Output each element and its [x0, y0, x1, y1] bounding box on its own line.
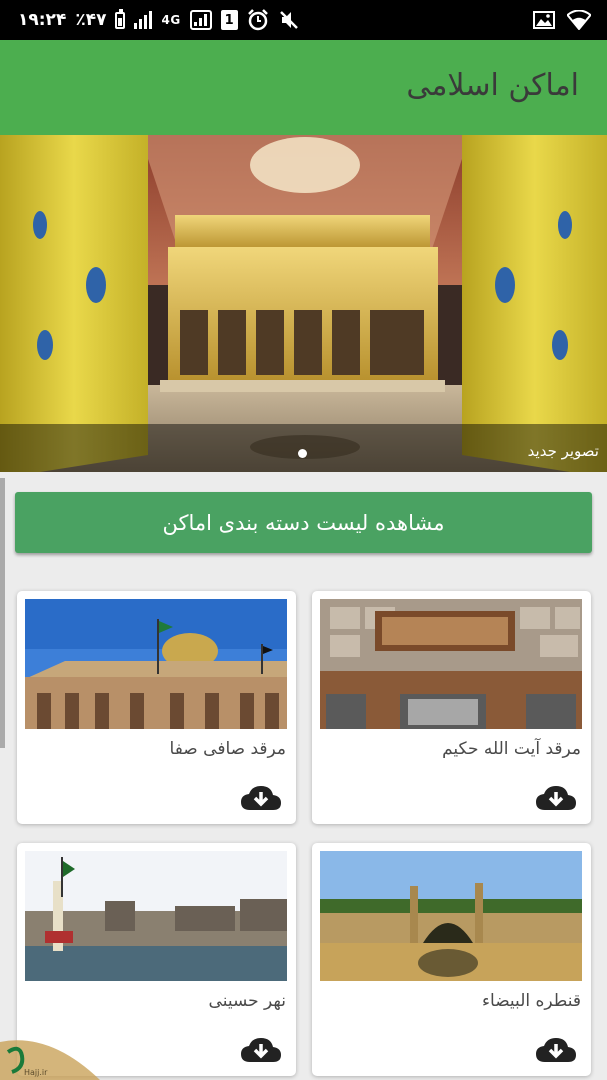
place-card[interactable]: مرقد صافی صفا	[17, 591, 296, 824]
place-image	[25, 599, 287, 729]
status-right	[533, 0, 591, 40]
alarm-icon	[247, 9, 268, 31]
app-bar: اماکن اسلامی	[0, 40, 607, 135]
network-type: 4G	[161, 13, 181, 27]
place-title: مرقد صافی صفا	[169, 739, 286, 759]
sim-icon: 1	[220, 10, 238, 30]
signal-box-icon	[189, 10, 212, 30]
app-title: اماکن اسلامی	[406, 68, 579, 103]
status-bar: ١٩:٢۴ ٪۴٧ 4G 1	[0, 0, 607, 40]
signal-icon	[134, 11, 153, 29]
scroll-indicator	[0, 478, 5, 748]
cloud-download-icon[interactable]	[240, 1036, 282, 1064]
battery-percent: ٪۴٧	[75, 10, 107, 30]
category-list-button[interactable]: مشاهده لیست دسته بندی اماکن	[15, 492, 592, 553]
place-image	[320, 851, 582, 981]
place-title: مرقد آیت الله حکیم	[442, 739, 581, 759]
place-card[interactable]: قنطره البیضاء	[312, 843, 591, 1076]
status-left: ١٩:٢۴ ٪۴٧ 4G 1	[18, 0, 300, 40]
watermark-text: Hajj.ir	[24, 1068, 48, 1077]
place-title: نهر حسینی	[208, 991, 286, 1011]
mute-icon	[279, 11, 298, 29]
place-card[interactable]: مرقد آیت الله حکیم	[312, 591, 591, 824]
slider-indicator-dot[interactable]	[298, 449, 307, 458]
place-image	[25, 851, 287, 981]
place-title: قنطره البیضاء	[482, 991, 581, 1011]
clock: ١٩:٢۴	[18, 10, 67, 30]
battery-icon	[115, 8, 126, 29]
wifi-icon	[567, 10, 591, 30]
shrine-photo	[0, 135, 607, 472]
slider-caption: تصویر جدید	[527, 442, 599, 460]
cloud-download-icon[interactable]	[535, 784, 577, 812]
image-icon	[533, 11, 555, 29]
hajj-logo-icon: Hajj.ir	[0, 1040, 100, 1080]
place-image	[320, 599, 582, 729]
cloud-download-icon[interactable]	[535, 1036, 577, 1064]
image-slider[interactable]: تصویر جدید	[0, 135, 607, 472]
slider-caption-bar	[0, 424, 607, 472]
site-watermark: Hajj.ir	[0, 1022, 100, 1080]
cloud-download-icon[interactable]	[240, 784, 282, 812]
